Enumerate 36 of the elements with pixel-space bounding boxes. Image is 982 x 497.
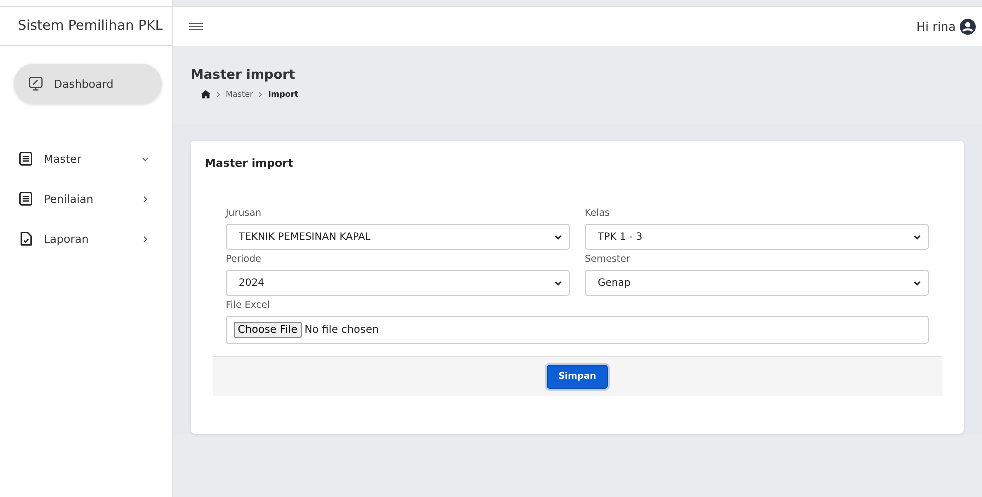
monitor-icon	[28, 76, 44, 92]
field-label: Periode	[226, 254, 262, 265]
caret-icon	[554, 278, 563, 288]
app-title: Sistem Pemilihan PKL	[0, 6, 172, 46]
field-label: Kelas	[585, 208, 612, 219]
field-label: File Excel	[226, 300, 272, 311]
sidebar-item[interactable]: Penilaian	[14, 182, 162, 216]
sidebar-item[interactable]: Dashboard	[14, 64, 162, 104]
caret-icon	[913, 278, 922, 288]
chevron-icon	[141, 194, 150, 204]
dropdown-field[interactable]: TPK 1 - 3	[585, 224, 929, 250]
field-label: Jurusan	[226, 208, 263, 219]
list-icon	[18, 191, 34, 207]
choose-file-button[interactable]: Choose File	[234, 322, 302, 338]
chevron-icon	[258, 92, 264, 98]
card-title: Master import	[205, 157, 294, 170]
save-button[interactable]: Simpan	[546, 364, 608, 388]
list-icon	[18, 151, 34, 167]
field-label: Semester	[585, 254, 632, 265]
user-avatar-icon	[960, 18, 976, 34]
document-icon	[18, 231, 34, 247]
file-status-text: No file chosen	[304, 324, 380, 336]
user-greeting[interactable]: Hi rina	[916, 20, 956, 34]
caret-icon	[554, 232, 563, 242]
menu-icon	[189, 22, 203, 32]
sidebar-item[interactable]: Laporan	[14, 222, 162, 256]
sidebar-item[interactable]: Master	[14, 142, 162, 176]
dropdown-field[interactable]: TEKNIK PEMESINAN KAPAL	[226, 224, 570, 250]
breadcrumb-link[interactable]: Master	[226, 90, 254, 99]
home-icon	[201, 90, 211, 99]
dropdown-field[interactable]: 2024	[226, 270, 570, 296]
page-title: Master import	[191, 68, 296, 83]
chevron-icon	[141, 234, 150, 244]
dropdown-field[interactable]: Genap	[585, 270, 929, 296]
caret-icon	[913, 232, 922, 242]
chevron-icon	[216, 92, 221, 98]
